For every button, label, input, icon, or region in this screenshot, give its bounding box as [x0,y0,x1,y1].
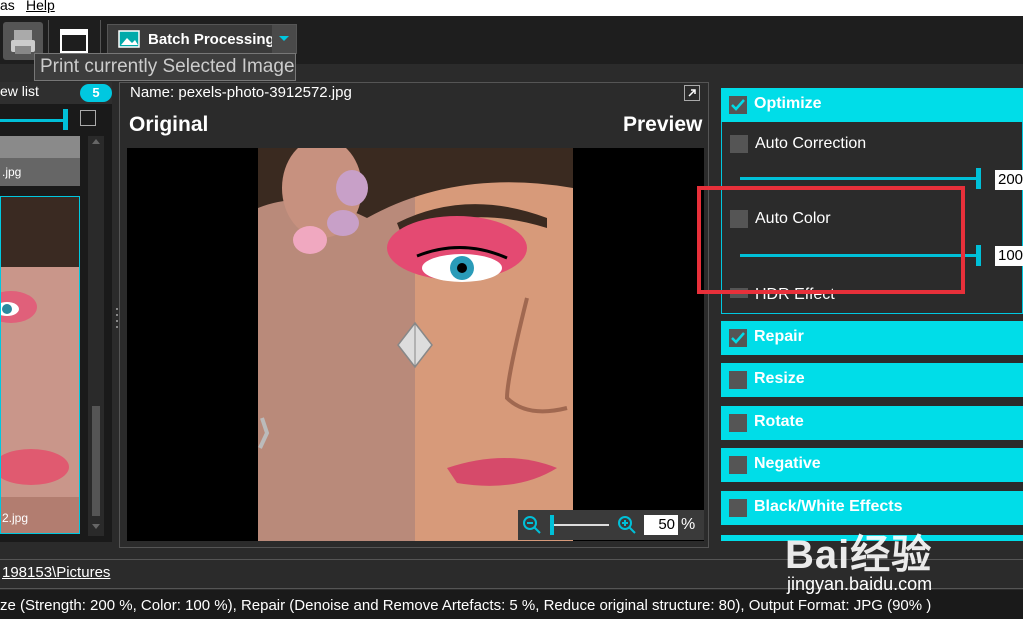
checkmark-icon [731,332,745,344]
thumbnail-image [1,197,79,533]
print-tooltip: Print currently Selected Image [34,53,296,81]
bw-effects-section-header[interactable]: Black/White Effects [721,491,1023,525]
rotate-checkbox[interactable] [729,414,747,432]
thumbnail-filename: 2.jpg [2,511,29,525]
zoom-slider-handle[interactable] [550,515,554,535]
auto-correction-value[interactable]: 200 [995,170,1023,190]
image-icon [118,30,140,48]
original-label: Original [129,113,209,136]
negative-label: Negative [754,455,821,472]
image-viewer[interactable] [127,148,704,541]
auto-correction-label: Auto Correction [755,135,867,152]
thumbnail-size-slider[interactable] [0,119,68,122]
batch-processing-button[interactable]: Batch Processing [107,24,297,54]
compare-image [127,148,704,541]
status-text: ze (Strength: 200 %, Color: 100 %), Repa… [0,597,932,614]
zoom-unit: % [681,516,696,533]
auto-correction-checkbox[interactable] [730,135,748,153]
checkmark-icon [731,99,745,111]
optimize-label: Optimize [754,95,822,112]
highlight-annotation-box [697,186,965,294]
popout-button[interactable] [684,85,700,101]
watermark-logo-text: Bai经验 [785,533,933,577]
image-count-badge: 5 [80,84,112,102]
menu-bar: as Help [0,0,1023,16]
resize-section-header[interactable]: Resize [721,363,1023,397]
zoom-out-icon[interactable] [522,515,542,535]
repair-label: Repair [754,328,804,345]
watermark-url: jingyan.baidu.com [787,574,933,594]
repair-checkbox[interactable] [729,329,747,347]
resize-label: Resize [754,370,805,387]
zoom-slider[interactable] [553,524,609,526]
rotate-section-header[interactable]: Rotate [721,406,1023,440]
resize-checkbox[interactable] [729,371,747,389]
zoom-in-icon[interactable] [617,515,637,535]
repair-section-header[interactable]: Repair [721,321,1023,355]
select-all-checkbox[interactable] [80,110,96,126]
menu-item-help[interactable]: Help [26,0,55,12]
expand-icon [688,89,696,97]
optimize-checkbox[interactable] [729,96,747,114]
thumbnail-item-selected[interactable] [0,196,80,534]
negative-section-header[interactable]: Negative [721,448,1023,482]
image-list-title: ew list [0,83,39,99]
baidu-watermark: Bai经验 [785,522,932,580]
bw-effects-label: Black/White Effects [754,498,903,515]
optimize-section-header[interactable]: Optimize [721,88,1023,122]
batch-processing-label: Batch Processing [148,31,275,48]
rotate-label: Rotate [754,413,804,430]
menu-item-tools[interactable]: as [0,0,15,12]
image-name-label: Name: pexels-photo-3912572.jpg [130,84,352,101]
chevron-down-icon [279,36,289,41]
preview-label: Preview [623,113,703,136]
negative-checkbox[interactable] [729,456,747,474]
folder-path-link[interactable]: 198153\Pictures [2,564,110,581]
batch-dropdown[interactable] [272,25,296,53]
auto-correction-slider[interactable] [740,177,980,180]
thumbnail-filename: .jpg [2,165,22,179]
auto-color-slider-handle[interactable] [976,245,981,266]
bw-effects-checkbox[interactable] [729,499,747,517]
auto-color-value[interactable]: 100 [995,246,1023,266]
image-list-scrollbar-thumb[interactable] [92,406,100,516]
thumbnail-size-slider-handle[interactable] [63,109,68,130]
zoom-value-input[interactable]: 50 [644,515,678,535]
auto-correction-slider-handle[interactable] [976,168,981,189]
